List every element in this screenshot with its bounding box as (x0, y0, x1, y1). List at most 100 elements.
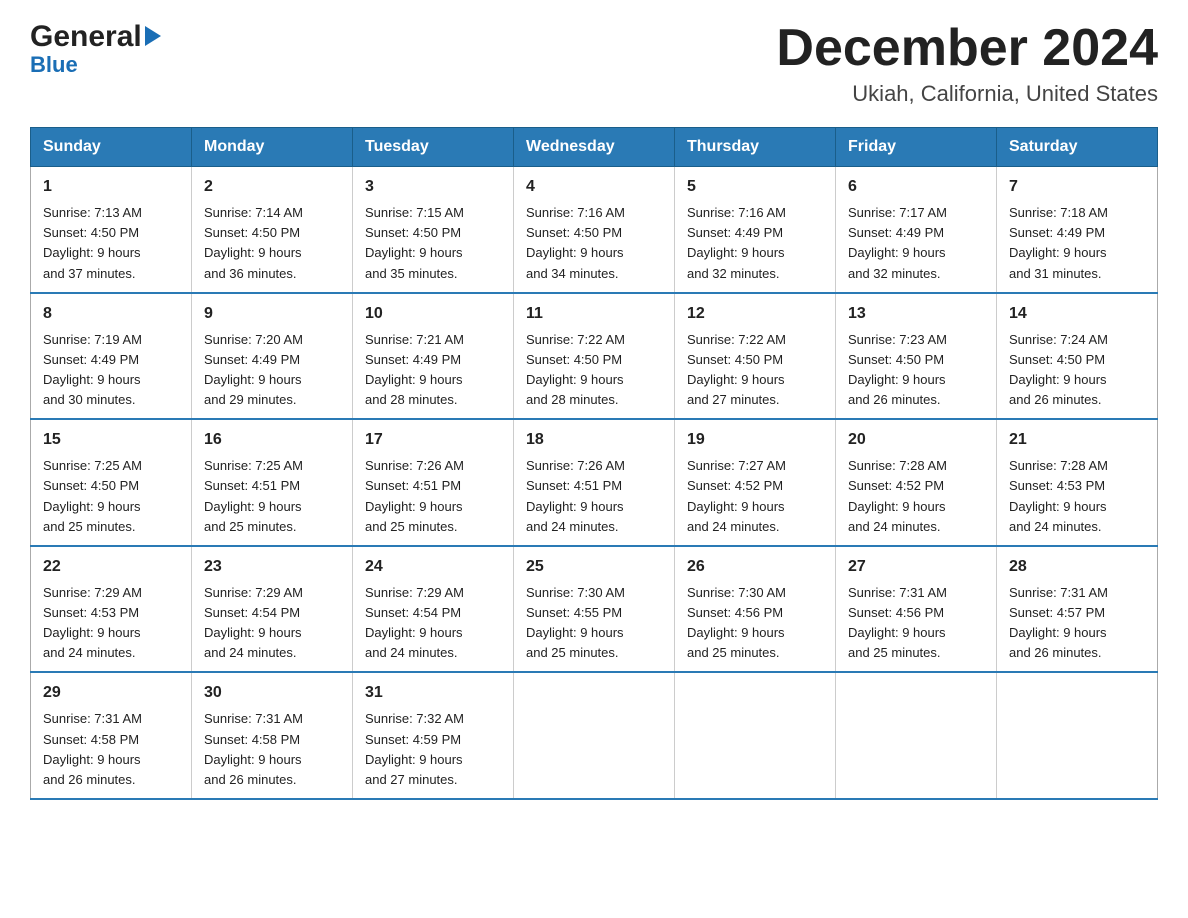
day-info: Sunrise: 7:19 AMSunset: 4:49 PMDaylight:… (43, 332, 142, 407)
day-info: Sunrise: 7:29 AMSunset: 4:54 PMDaylight:… (365, 585, 464, 660)
table-row: 19 Sunrise: 7:27 AMSunset: 4:52 PMDayligh… (675, 419, 836, 546)
day-info: Sunrise: 7:25 AMSunset: 4:51 PMDaylight:… (204, 458, 303, 533)
calendar-table: Sunday Monday Tuesday Wednesday Thursday… (30, 127, 1158, 800)
day-info: Sunrise: 7:28 AMSunset: 4:53 PMDaylight:… (1009, 458, 1108, 533)
table-row: 2 Sunrise: 7:14 AMSunset: 4:50 PMDaylight… (192, 167, 353, 293)
logo-general-text: General (30, 20, 142, 54)
table-row: 6 Sunrise: 7:17 AMSunset: 4:49 PMDaylight… (836, 167, 997, 293)
day-info: Sunrise: 7:16 AMSunset: 4:49 PMDaylight:… (687, 205, 786, 280)
table-row: 16 Sunrise: 7:25 AMSunset: 4:51 PMDayligh… (192, 419, 353, 546)
day-info: Sunrise: 7:20 AMSunset: 4:49 PMDaylight:… (204, 332, 303, 407)
calendar-week-3: 15 Sunrise: 7:25 AMSunset: 4:50 PMDayligh… (31, 419, 1158, 546)
day-number: 13 (848, 302, 984, 326)
header-thursday: Thursday (675, 128, 836, 167)
table-row: 11 Sunrise: 7:22 AMSunset: 4:50 PMDayligh… (514, 293, 675, 420)
day-number: 19 (687, 428, 823, 452)
day-info: Sunrise: 7:26 AMSunset: 4:51 PMDaylight:… (526, 458, 625, 533)
table-row: 15 Sunrise: 7:25 AMSunset: 4:50 PMDayligh… (31, 419, 192, 546)
day-info: Sunrise: 7:29 AMSunset: 4:54 PMDaylight:… (204, 585, 303, 660)
day-number: 21 (1009, 428, 1145, 452)
day-number: 7 (1009, 175, 1145, 199)
header-monday: Monday (192, 128, 353, 167)
page-title: December 2024 (776, 20, 1158, 77)
table-row: 28 Sunrise: 7:31 AMSunset: 4:57 PMDayligh… (997, 546, 1158, 673)
day-info: Sunrise: 7:27 AMSunset: 4:52 PMDaylight:… (687, 458, 786, 533)
table-row: 1 Sunrise: 7:13 AMSunset: 4:50 PMDaylight… (31, 167, 192, 293)
table-row: 24 Sunrise: 7:29 AMSunset: 4:54 PMDayligh… (353, 546, 514, 673)
day-number: 23 (204, 555, 340, 579)
day-number: 27 (848, 555, 984, 579)
table-row: 23 Sunrise: 7:29 AMSunset: 4:54 PMDayligh… (192, 546, 353, 673)
table-row: 31 Sunrise: 7:32 AMSunset: 4:59 PMDayligh… (353, 672, 514, 799)
day-number: 24 (365, 555, 501, 579)
table-row: 17Sunrise: 7:26 AMSunset: 4:51 PMDayligh… (353, 419, 514, 546)
header-tuesday: Tuesday (353, 128, 514, 167)
calendar-week-2: 8 Sunrise: 7:19 AMSunset: 4:49 PMDaylight… (31, 293, 1158, 420)
calendar-week-1: 1 Sunrise: 7:13 AMSunset: 4:50 PMDaylight… (31, 167, 1158, 293)
table-row: 5Sunrise: 7:16 AMSunset: 4:49 PMDaylight… (675, 167, 836, 293)
day-info: Sunrise: 7:22 AMSunset: 4:50 PMDaylight:… (687, 332, 786, 407)
table-row: 22Sunrise: 7:29 AMSunset: 4:53 PMDayligh… (31, 546, 192, 673)
day-number: 17 (365, 428, 501, 452)
table-row: 26 Sunrise: 7:30 AMSunset: 4:56 PMDayligh… (675, 546, 836, 673)
day-number: 18 (526, 428, 662, 452)
title-block: December 2024 Ukiah, California, United … (776, 20, 1158, 107)
day-number: 1 (43, 175, 179, 199)
day-info: Sunrise: 7:28 AMSunset: 4:52 PMDaylight:… (848, 458, 947, 533)
calendar-week-4: 22Sunrise: 7:29 AMSunset: 4:53 PMDayligh… (31, 546, 1158, 673)
logo-blue-text: Blue (30, 52, 78, 78)
day-info: Sunrise: 7:23 AMSunset: 4:50 PMDaylight:… (848, 332, 947, 407)
table-row: 27 Sunrise: 7:31 AMSunset: 4:56 PMDayligh… (836, 546, 997, 673)
day-number: 20 (848, 428, 984, 452)
calendar-header-row: Sunday Monday Tuesday Wednesday Thursday… (31, 128, 1158, 167)
day-info: Sunrise: 7:31 AMSunset: 4:57 PMDaylight:… (1009, 585, 1108, 660)
day-number: 4 (526, 175, 662, 199)
day-info: Sunrise: 7:22 AMSunset: 4:50 PMDaylight:… (526, 332, 625, 407)
table-row: 18 Sunrise: 7:26 AMSunset: 4:51 PMDayligh… (514, 419, 675, 546)
day-number: 28 (1009, 555, 1145, 579)
day-number: 15 (43, 428, 179, 452)
day-info: Sunrise: 7:31 AMSunset: 4:58 PMDaylight:… (204, 711, 303, 786)
header-saturday: Saturday (997, 128, 1158, 167)
table-row: 20 Sunrise: 7:28 AMSunset: 4:52 PMDayligh… (836, 419, 997, 546)
day-number: 6 (848, 175, 984, 199)
day-number: 26 (687, 555, 823, 579)
day-info: Sunrise: 7:17 AMSunset: 4:49 PMDaylight:… (848, 205, 947, 280)
day-number: 16 (204, 428, 340, 452)
logo-triangle-icon (145, 26, 161, 46)
day-info: Sunrise: 7:31 AMSunset: 4:58 PMDaylight:… (43, 711, 142, 786)
table-row (836, 672, 997, 799)
logo: General Blue (30, 20, 161, 78)
day-number: 8 (43, 302, 179, 326)
day-number: 2 (204, 175, 340, 199)
table-row: 8 Sunrise: 7:19 AMSunset: 4:49 PMDaylight… (31, 293, 192, 420)
day-number: 3 (365, 175, 501, 199)
calendar-week-5: 29 Sunrise: 7:31 AMSunset: 4:58 PMDayligh… (31, 672, 1158, 799)
day-info: Sunrise: 7:32 AMSunset: 4:59 PMDaylight:… (365, 711, 464, 786)
day-number: 9 (204, 302, 340, 326)
day-info: Sunrise: 7:13 AMSunset: 4:50 PMDaylight:… (43, 205, 142, 280)
header-wednesday: Wednesday (514, 128, 675, 167)
table-row (514, 672, 675, 799)
day-number: 22 (43, 555, 179, 579)
table-row: 12Sunrise: 7:22 AMSunset: 4:50 PMDayligh… (675, 293, 836, 420)
day-info: Sunrise: 7:14 AMSunset: 4:50 PMDaylight:… (204, 205, 303, 280)
table-row: 9 Sunrise: 7:20 AMSunset: 4:49 PMDaylight… (192, 293, 353, 420)
day-info: Sunrise: 7:30 AMSunset: 4:56 PMDaylight:… (687, 585, 786, 660)
table-row: 21 Sunrise: 7:28 AMSunset: 4:53 PMDayligh… (997, 419, 1158, 546)
day-info: Sunrise: 7:31 AMSunset: 4:56 PMDaylight:… (848, 585, 947, 660)
table-row: 3 Sunrise: 7:15 AMSunset: 4:50 PMDaylight… (353, 167, 514, 293)
day-info: Sunrise: 7:21 AMSunset: 4:49 PMDaylight:… (365, 332, 464, 407)
day-info: Sunrise: 7:25 AMSunset: 4:50 PMDaylight:… (43, 458, 142, 533)
table-row: 14Sunrise: 7:24 AMSunset: 4:50 PMDayligh… (997, 293, 1158, 420)
day-number: 11 (526, 302, 662, 326)
table-row: 13 Sunrise: 7:23 AMSunset: 4:50 PMDayligh… (836, 293, 997, 420)
day-number: 31 (365, 681, 501, 705)
day-info: Sunrise: 7:16 AMSunset: 4:50 PMDaylight:… (526, 205, 625, 280)
day-number: 29 (43, 681, 179, 705)
page-header: General Blue December 2024 Ukiah, Califo… (30, 20, 1158, 107)
day-info: Sunrise: 7:24 AMSunset: 4:50 PMDaylight:… (1009, 332, 1108, 407)
header-friday: Friday (836, 128, 997, 167)
day-info: Sunrise: 7:18 AMSunset: 4:49 PMDaylight:… (1009, 205, 1108, 280)
day-info: Sunrise: 7:15 AMSunset: 4:50 PMDaylight:… (365, 205, 464, 280)
